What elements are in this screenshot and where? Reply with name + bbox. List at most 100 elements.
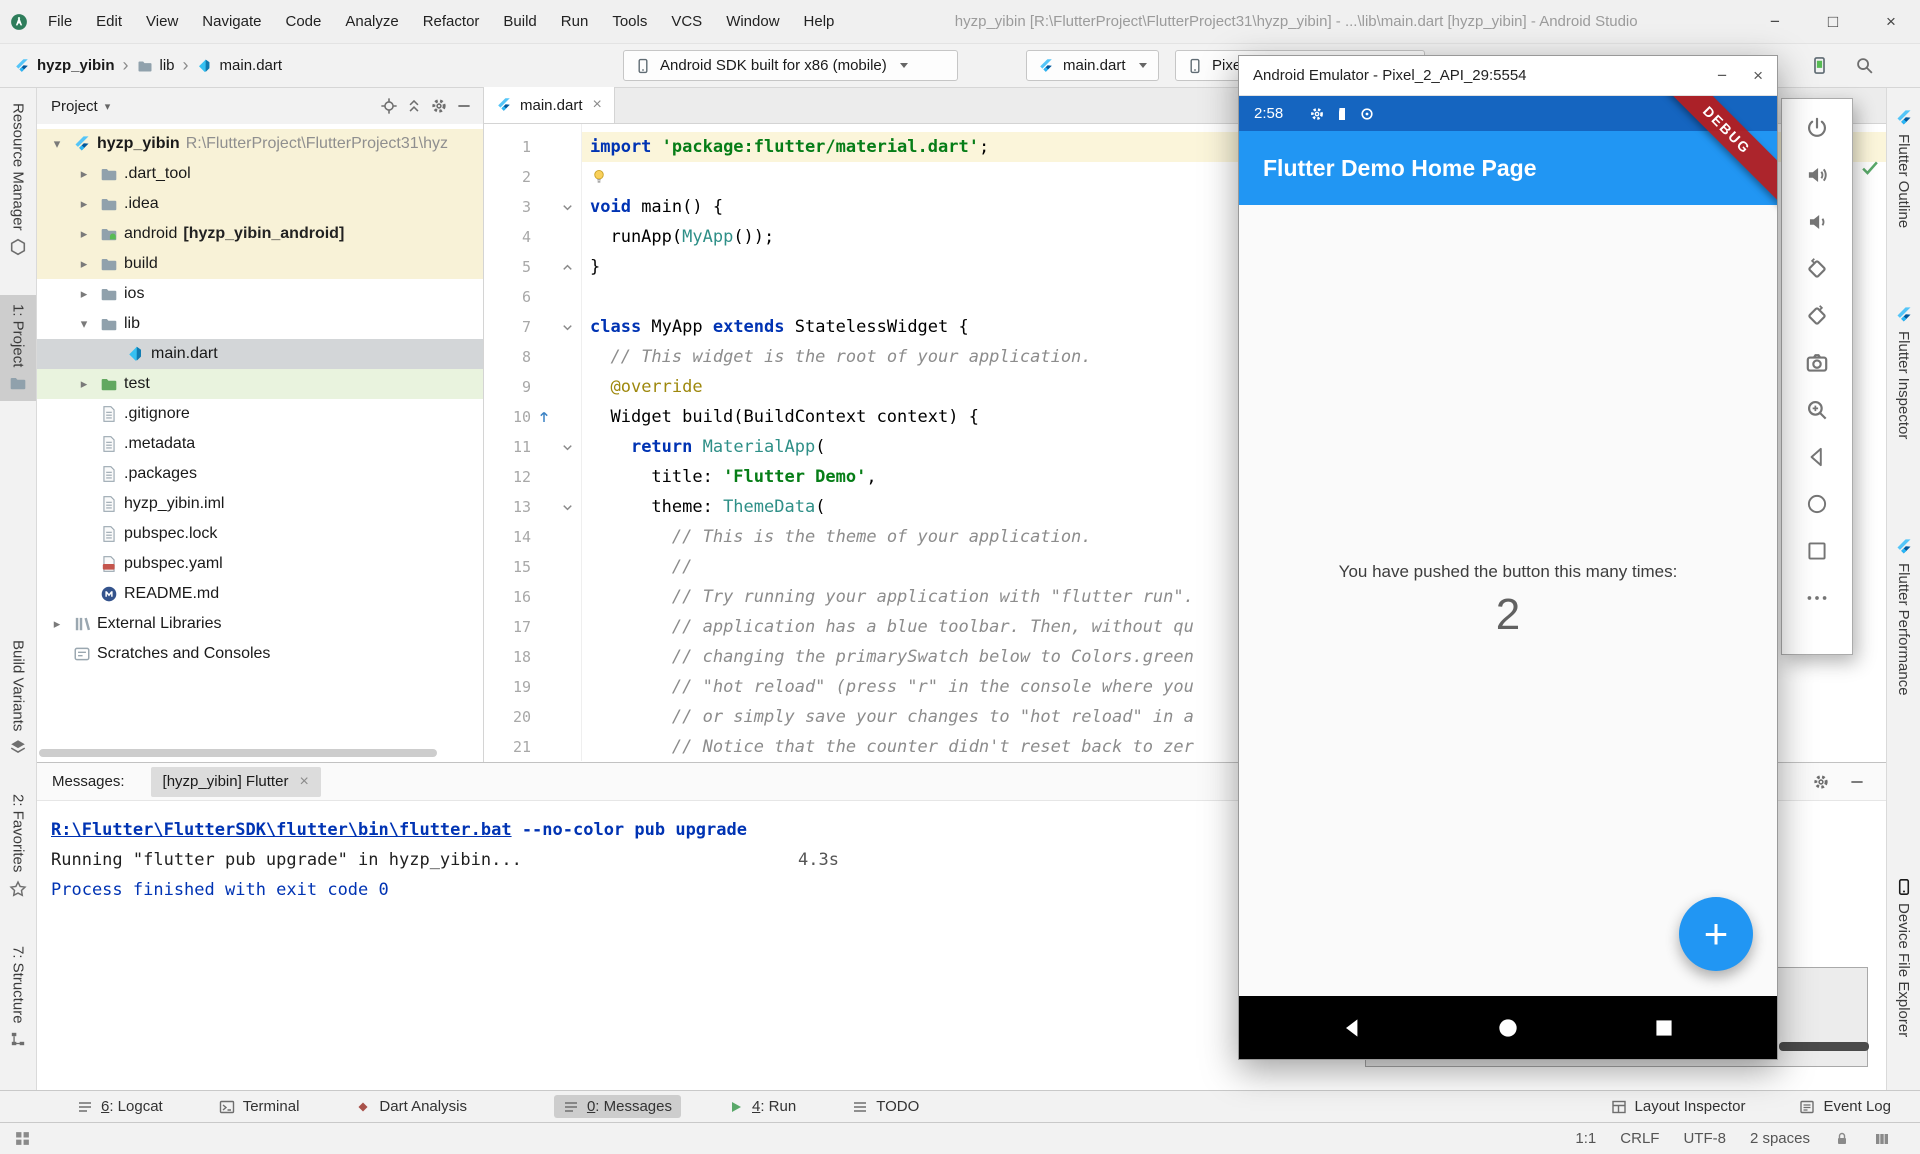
tree-row-hyzp-yibin[interactable]: ▾hyzp_yibin R:\FlutterProject\FlutterPro… xyxy=(37,129,483,159)
expand-arrow-icon[interactable]: ▸ xyxy=(74,376,94,392)
gutter-line-6[interactable]: 6 xyxy=(484,282,581,312)
hide-panel-icon[interactable] xyxy=(455,97,473,115)
emulator-camera-button[interactable] xyxy=(1804,350,1830,376)
close-icon[interactable]: × xyxy=(299,773,308,791)
tree-row-idea[interactable]: ▸.idea xyxy=(37,189,483,219)
close-icon[interactable]: × xyxy=(593,96,602,114)
tree-row-build[interactable]: ▸build xyxy=(37,249,483,279)
gutter-line-11[interactable]: 11 xyxy=(484,432,581,462)
menu-edit[interactable]: Edit xyxy=(84,0,134,43)
gutter-line-12[interactable]: 12 xyxy=(484,462,581,492)
console-link[interactable]: R:\Flutter\FlutterSDK\flutter\bin\flutte… xyxy=(51,820,512,840)
tree-row-test[interactable]: ▸test xyxy=(37,369,483,399)
console-tab[interactable]: [hyzp_yibin] Flutter × xyxy=(151,767,321,797)
gutter-line-18[interactable]: 18 xyxy=(484,642,581,672)
gutter-line-9[interactable]: 9 xyxy=(484,372,581,402)
stripe-flutter-outline[interactable]: Flutter Outline xyxy=(1887,100,1920,237)
gutter-line-3[interactable]: 3 xyxy=(484,192,581,222)
horizontal-scrollbar[interactable] xyxy=(39,749,437,757)
emulator-minimize-button[interactable]: − xyxy=(1717,66,1727,86)
emulator-rotate-right-button[interactable] xyxy=(1804,303,1830,329)
toolwindow-button-event-log[interactable]: Event Log xyxy=(1790,1095,1900,1118)
tree-row-packages[interactable]: .packages xyxy=(37,459,483,489)
project-panel-title[interactable]: Project xyxy=(51,98,98,115)
breadcrumb-main-dart[interactable]: main.dart xyxy=(197,57,283,74)
emulator-rotate-left-button[interactable] xyxy=(1804,256,1830,282)
tree-row-main-dart[interactable]: main.dart xyxy=(37,339,483,369)
menu-tools[interactable]: Tools xyxy=(600,0,659,43)
columns-icon[interactable] xyxy=(1874,1131,1890,1147)
caret-position[interactable]: 1:1 xyxy=(1575,1130,1596,1147)
file-encoding[interactable]: UTF-8 xyxy=(1683,1130,1726,1147)
menu-navigate[interactable]: Navigate xyxy=(190,0,273,43)
gutter-line-4[interactable]: 4 xyxy=(484,222,581,252)
intention-bulb-icon[interactable] xyxy=(590,168,608,186)
toolwindow-button-6-logcat[interactable]: 6: Logcat xyxy=(68,1095,172,1118)
expand-arrow-icon[interactable]: ▸ xyxy=(74,226,94,242)
emulator-volume-up-button[interactable] xyxy=(1804,162,1830,188)
tree-row-pubspec-lock[interactable]: pubspec.lock xyxy=(37,519,483,549)
toolwindow-button-todo[interactable]: TODO xyxy=(843,1095,928,1118)
expand-arrow-icon[interactable]: ▸ xyxy=(47,616,67,632)
gutter-line-14[interactable]: 14 xyxy=(484,522,581,552)
hide-panel-icon[interactable] xyxy=(1848,773,1866,791)
menu-window[interactable]: Window xyxy=(714,0,791,43)
expand-arrow-icon[interactable]: ▸ xyxy=(74,286,94,302)
emulator-nav-back-button[interactable] xyxy=(1804,444,1830,470)
gutter-line-13[interactable]: 13 xyxy=(484,492,581,522)
toolwindow-button-4-run[interactable]: 4: Run xyxy=(719,1095,805,1118)
gutter-line-7[interactable]: 7 xyxy=(484,312,581,342)
emulator-titlebar[interactable]: Android Emulator - Pixel_2_API_29:5554 −… xyxy=(1239,56,1777,96)
search-everywhere-icon[interactable] xyxy=(1855,56,1874,75)
menu-refactor[interactable]: Refactor xyxy=(411,0,492,43)
toolwindow-button-dart-analysis[interactable]: Dart Analysis xyxy=(346,1095,476,1118)
gear-icon[interactable] xyxy=(1812,773,1830,791)
emulator-nav-overview-button[interactable] xyxy=(1804,538,1830,564)
menu-analyze[interactable]: Analyze xyxy=(333,0,410,43)
fold-down-icon[interactable] xyxy=(560,500,575,515)
fold-up-icon[interactable] xyxy=(560,260,575,275)
stripe-resource-manager[interactable]: Resource Manager xyxy=(0,94,36,265)
emulator-screen[interactable]: 2:58 Flutter Demo Home Page DEBUG You ha… xyxy=(1239,96,1777,1059)
breadcrumb-hyzp-yibin[interactable]: hyzp_yibin xyxy=(14,57,115,74)
nav-home-button[interactable] xyxy=(1495,1015,1521,1041)
gutter-line-16[interactable]: 16 xyxy=(484,582,581,612)
gutter-line-19[interactable]: 19 xyxy=(484,672,581,702)
fab-increment-button[interactable]: + xyxy=(1679,897,1753,971)
inspections-ok-icon[interactable] xyxy=(1860,158,1880,178)
gear-icon[interactable] xyxy=(430,97,448,115)
gutter-line-21[interactable]: 21 xyxy=(484,732,581,761)
avd-manager-icon[interactable] xyxy=(1810,56,1829,75)
emulator-close-button[interactable]: × xyxy=(1753,66,1763,86)
menu-code[interactable]: Code xyxy=(273,0,333,43)
editor-tab-main-dart[interactable]: main.dart × xyxy=(484,87,615,123)
stripe-build-variants[interactable]: Build Variants xyxy=(0,631,36,765)
tree-row-gitignore[interactable]: .gitignore xyxy=(37,399,483,429)
gutter-line-20[interactable]: 20 xyxy=(484,702,581,732)
fold-down-icon[interactable] xyxy=(560,440,575,455)
stripe-flutter-performance[interactable]: Flutter Performance xyxy=(1887,529,1920,705)
stripe-7-structure[interactable]: 7: Structure xyxy=(0,937,36,1058)
device-selector-dropdown[interactable]: Android SDK built for x86 (mobile) xyxy=(623,50,958,81)
nav-back-button[interactable] xyxy=(1339,1015,1365,1041)
menu-vcs[interactable]: VCS xyxy=(659,0,714,43)
stripe-device-file-explorer[interactable]: Device File Explorer xyxy=(1887,869,1920,1046)
emulator-volume-down-button[interactable] xyxy=(1804,209,1830,235)
indent-setting[interactable]: 2 spaces xyxy=(1750,1130,1810,1147)
tree-row-ios[interactable]: ▸ios xyxy=(37,279,483,309)
toolwindow-button-terminal[interactable]: Terminal xyxy=(210,1095,309,1118)
emulator-nav-home-button[interactable] xyxy=(1804,491,1830,517)
gutter-line-8[interactable]: 8 xyxy=(484,342,581,372)
locate-file-icon[interactable] xyxy=(380,97,398,115)
expand-arrow-icon[interactable]: ▸ xyxy=(74,166,94,182)
window-maximize-button[interactable]: □ xyxy=(1804,0,1862,44)
tree-row-dart-tool[interactable]: ▸.dart_tool xyxy=(37,159,483,189)
collapse-all-icon[interactable] xyxy=(405,97,423,115)
line-separator[interactable]: CRLF xyxy=(1620,1130,1659,1147)
gutter-line-5[interactable]: 5 xyxy=(484,252,581,282)
fold-down-icon[interactable] xyxy=(560,320,575,335)
gutter-line-1[interactable]: 1 xyxy=(484,132,581,162)
emulator-zoom-button[interactable] xyxy=(1804,397,1830,423)
toolwindow-toggle-icon[interactable] xyxy=(14,1130,31,1147)
stripe-2-favorites[interactable]: 2: Favorites xyxy=(0,785,36,906)
